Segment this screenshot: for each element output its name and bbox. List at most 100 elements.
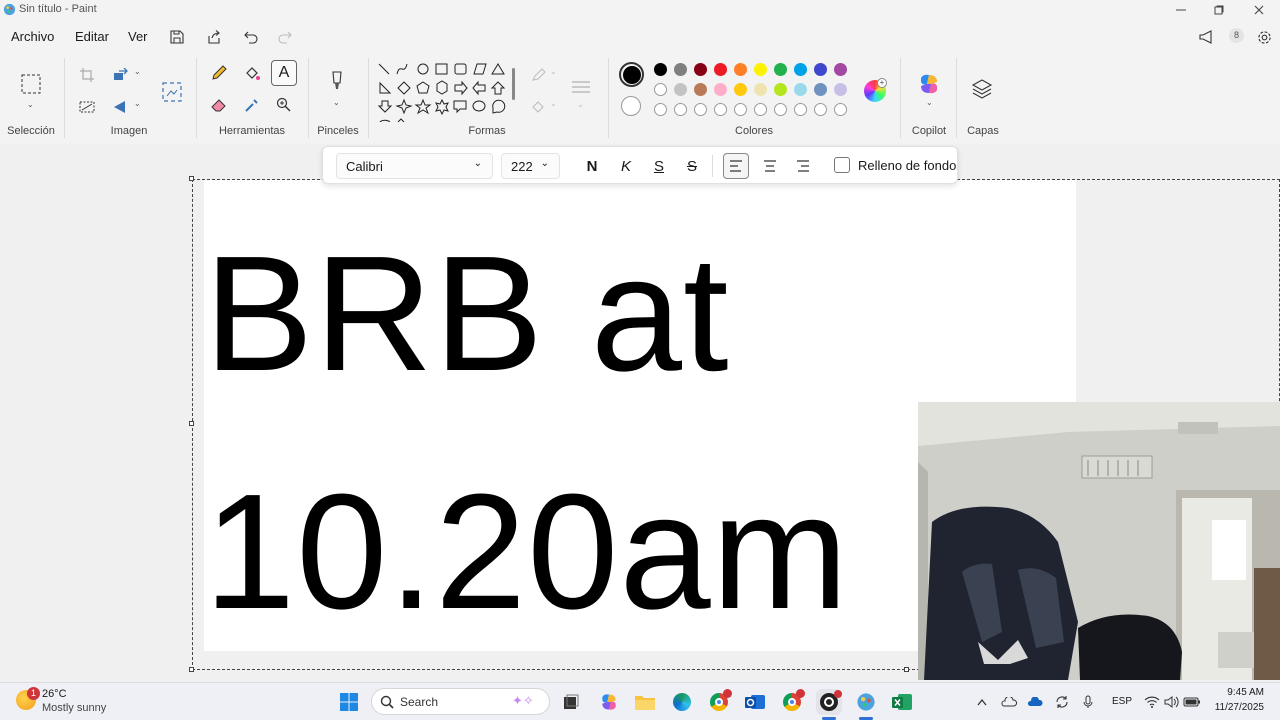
resize-dropdown-chevron-icon[interactable]: ⌄ (134, 67, 141, 76)
battery-icon[interactable] (1183, 694, 1201, 710)
copilot-icon[interactable] (917, 72, 941, 96)
menu-edit[interactable]: Editar (75, 29, 109, 44)
redo-icon[interactable] (276, 28, 294, 46)
custom-color-slot[interactable] (714, 103, 727, 116)
color-swatch[interactable] (654, 83, 667, 96)
chrome-icon[interactable] (706, 689, 732, 715)
custom-color-slot[interactable] (754, 103, 767, 116)
color-swatch[interactable] (774, 83, 787, 96)
align-right-icon[interactable] (790, 153, 816, 179)
background-fill-checkbox[interactable] (834, 157, 850, 173)
size-dropdown-chevron-icon[interactable]: ⌄ (577, 100, 584, 109)
color-swatch[interactable] (794, 63, 807, 76)
color-swatch[interactable] (834, 83, 847, 96)
selection-dropdown-chevron-icon[interactable]: ⌄ (27, 100, 34, 109)
italic-button[interactable]: K (613, 153, 639, 179)
clock-date[interactable]: 11/27/2025 (1208, 702, 1264, 713)
feedback-icon[interactable] (1198, 28, 1216, 46)
select-all-icon[interactable] (74, 94, 100, 120)
custom-color-slot[interactable] (734, 103, 747, 116)
color-swatch[interactable] (814, 63, 827, 76)
wifi-icon[interactable] (1143, 694, 1161, 710)
shapes-scrollbar[interactable] (512, 68, 515, 100)
microphone-icon[interactable] (1079, 694, 1097, 710)
save-icon[interactable] (168, 28, 186, 46)
settings-gear-icon[interactable] (1255, 28, 1273, 46)
color-swatch[interactable] (734, 63, 747, 76)
primary-color-selector[interactable] (619, 62, 644, 87)
flip-dropdown-chevron-icon[interactable]: ⌄ (134, 99, 141, 108)
input-language[interactable]: ESP (1112, 696, 1132, 707)
color-swatch[interactable] (794, 83, 807, 96)
align-left-icon[interactable] (723, 153, 749, 179)
volume-icon[interactable] (1163, 694, 1181, 710)
brush-icon[interactable] (324, 68, 350, 94)
color-swatch[interactable] (714, 83, 727, 96)
copilot-taskbar-icon[interactable] (596, 689, 622, 715)
custom-color-slot[interactable] (834, 103, 847, 116)
edge-browser-icon[interactable] (669, 689, 695, 715)
layers-icon[interactable] (971, 78, 993, 103)
taskbar-search-box[interactable]: Search ✦✧ (371, 688, 550, 715)
excel-icon[interactable] (889, 689, 915, 715)
color-swatch[interactable] (774, 63, 787, 76)
onedrive-business-cloud-icon[interactable] (1026, 694, 1044, 710)
copilot-dropdown-chevron-icon[interactable]: ⌄ (926, 98, 933, 107)
onedrive-cloud-icon[interactable] (1000, 694, 1018, 710)
image-properties-icon[interactable] (158, 78, 186, 106)
font-family-select[interactable]: Calibri ⌄ (336, 153, 493, 179)
underline-button[interactable]: S (646, 153, 672, 179)
menu-file[interactable]: Archivo (11, 29, 54, 44)
color-swatch[interactable] (834, 63, 847, 76)
menu-view[interactable]: Ver (128, 29, 148, 44)
show-hidden-icons-chevron-up-icon[interactable] (973, 694, 991, 710)
color-swatch[interactable] (654, 63, 667, 76)
text-tool-icon[interactable]: A (271, 60, 297, 86)
share-icon[interactable] (205, 28, 223, 46)
weather-desc[interactable]: Mostly sunny (42, 702, 106, 714)
pencil-icon[interactable] (206, 60, 232, 86)
brush-dropdown-chevron-icon[interactable]: ⌄ (333, 98, 340, 107)
fill-dropdown-chevron-icon[interactable]: ⌄ (550, 99, 557, 108)
shape-fill-icon[interactable] (526, 94, 552, 120)
clock-time[interactable]: 9:45 AM (1226, 687, 1264, 698)
color-picker-icon[interactable] (239, 92, 265, 118)
obs-studio-icon[interactable] (816, 689, 842, 715)
minimize-button[interactable] (1162, 0, 1200, 20)
maximize-button[interactable] (1200, 0, 1238, 20)
custom-color-slot[interactable] (774, 103, 787, 116)
weather-temp[interactable]: 26°C (42, 688, 67, 700)
windows-start-icon[interactable] (336, 689, 362, 715)
selection-tool-icon[interactable] (18, 70, 44, 98)
color-swatch[interactable] (694, 83, 707, 96)
color-swatch[interactable] (674, 63, 687, 76)
color-swatch[interactable] (674, 83, 687, 96)
sync-icon[interactable] (1053, 694, 1071, 710)
shape-size-icon[interactable] (568, 74, 594, 100)
file-explorer-icon[interactable] (632, 689, 658, 715)
paint-taskbar-icon[interactable] (853, 689, 879, 715)
custom-color-slot[interactable] (654, 103, 667, 116)
crop-icon[interactable] (74, 62, 100, 88)
font-size-select[interactable]: 222 ⌄ (501, 153, 560, 179)
color-swatch[interactable] (754, 63, 767, 76)
custom-color-slot[interactable] (694, 103, 707, 116)
custom-color-slot[interactable] (674, 103, 687, 116)
outlook-icon[interactable] (742, 689, 768, 715)
resize-handle[interactable] (189, 176, 194, 181)
chrome-profile-icon[interactable] (779, 689, 805, 715)
outline-icon[interactable] (526, 62, 552, 88)
bold-button[interactable]: N (579, 153, 605, 179)
close-button[interactable] (1240, 0, 1278, 20)
resize-handle[interactable] (189, 421, 194, 426)
undo-icon[interactable] (242, 28, 260, 46)
magnifier-icon[interactable] (271, 92, 297, 118)
eraser-icon[interactable] (206, 92, 232, 118)
flip-icon[interactable] (108, 94, 134, 120)
color-swatch[interactable] (714, 63, 727, 76)
fill-bucket-icon[interactable] (239, 60, 265, 86)
secondary-color-swatch[interactable] (621, 96, 641, 116)
resize-handle[interactable] (189, 667, 194, 672)
color-swatch[interactable] (734, 83, 747, 96)
strikethrough-button[interactable]: S (679, 153, 705, 179)
